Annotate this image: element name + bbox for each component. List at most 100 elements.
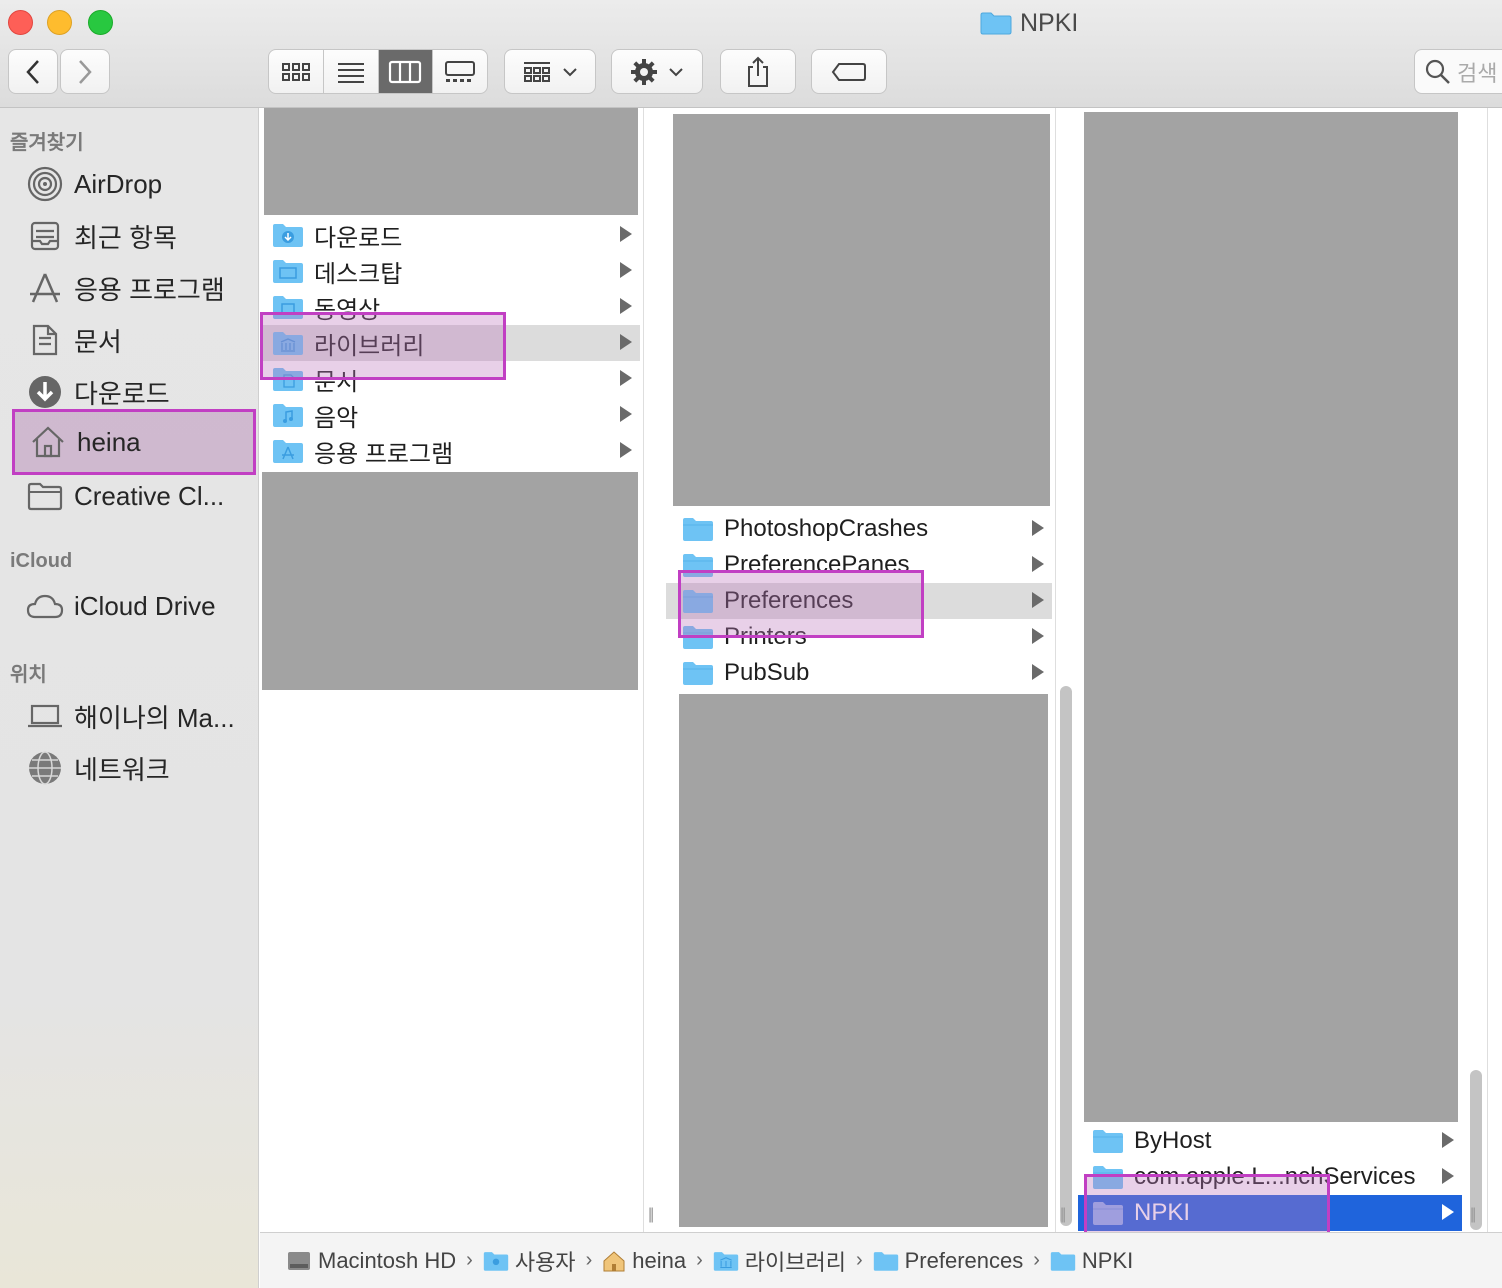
- sidebar-item-network[interactable]: 네트워크: [26, 746, 170, 790]
- column-resize-handle[interactable]: ||: [1060, 1206, 1066, 1224]
- disclosure-arrow-icon: [620, 406, 632, 422]
- back-button[interactable]: [8, 49, 58, 94]
- breadcrumb-item[interactable]: Macintosh HD ›: [286, 1248, 477, 1274]
- disclosure-arrow-icon: [620, 262, 632, 278]
- sidebar-item-macbook[interactable]: 해이나의 Ma...: [26, 694, 235, 738]
- favorites-heading: 즐겨찾기: [10, 132, 84, 154]
- sidebar-item-label: 네트워크: [74, 754, 170, 785]
- list-view-button[interactable]: [324, 50, 379, 93]
- sidebar-item-label: 해이나의 Ma...: [74, 702, 235, 733]
- sidebar-item-label: 문서: [74, 326, 122, 357]
- disclosure-arrow-icon: [1032, 520, 1044, 536]
- grid-icon: [281, 62, 310, 81]
- sidebar-item-applications[interactable]: 응용 프로그램: [26, 266, 225, 310]
- gallery-icon: [445, 60, 476, 82]
- search-placeholder: 검색: [1457, 60, 1498, 86]
- disclosure-arrow-icon: [620, 298, 632, 314]
- sidebar-item-creative-cloud[interactable]: Creative Cl...: [26, 474, 224, 518]
- desktop-folder-icon: [273, 260, 303, 283]
- disclosure-arrow-icon: [1032, 628, 1044, 644]
- laptop-icon: [26, 697, 64, 735]
- breadcrumb-item[interactable]: 사용자 ›: [483, 1245, 596, 1277]
- disclosure-arrow-icon: [1442, 1168, 1454, 1184]
- list-item[interactable]: 데스크탑: [260, 253, 640, 289]
- minimize-button[interactable]: [47, 10, 72, 35]
- zoom-button[interactable]: [88, 10, 113, 35]
- search-icon: [1425, 59, 1450, 84]
- icon-view-button[interactable]: [269, 50, 324, 93]
- breadcrumb-separator: ›: [585, 1249, 593, 1271]
- breadcrumb-separator: ›: [855, 1249, 863, 1271]
- list-item[interactable]: PhotoshopCrashes: [666, 511, 1052, 547]
- document-icon: [26, 321, 64, 359]
- airdrop-icon: [26, 165, 64, 203]
- window-title: NPKI: [980, 8, 1078, 38]
- sidebar-item-documents[interactable]: 문서: [26, 318, 122, 362]
- folder-icon: [1050, 1251, 1076, 1271]
- chevron-left-icon: [26, 59, 39, 84]
- folder-icon: [980, 12, 1012, 35]
- applications-icon: [26, 269, 64, 307]
- list-item-label: ByHost: [1134, 1127, 1212, 1154]
- sidebar-item-home[interactable]: heina: [12, 409, 256, 475]
- music-folder-icon: [273, 404, 303, 427]
- forward-button[interactable]: [60, 49, 110, 94]
- download-icon: [26, 373, 64, 411]
- list-icon: [337, 62, 364, 83]
- breadcrumb-item[interactable]: NPKI: [1050, 1248, 1133, 1274]
- list-item-label: 응용 프로그램: [314, 440, 454, 468]
- folder-icon: [683, 662, 713, 685]
- breadcrumb-label: Macintosh HD: [318, 1247, 457, 1273]
- annotation-highlight: [260, 312, 506, 380]
- group-button[interactable]: [504, 49, 596, 94]
- disclosure-arrow-icon: [620, 442, 632, 458]
- breadcrumb-label: 사용자: [514, 1249, 576, 1275]
- group-grid-icon: [524, 61, 550, 82]
- list-item-label: 데스크탑: [314, 260, 403, 288]
- disclosure-arrow-icon: [1032, 556, 1044, 572]
- folder-icon: [683, 518, 713, 541]
- gallery-view-button[interactable]: [433, 50, 487, 93]
- users-folder-icon: [483, 1251, 509, 1271]
- redacted-area: [1084, 112, 1458, 1122]
- window-title-text: NPKI: [1020, 8, 1079, 37]
- vertical-scrollbar[interactable]: [1060, 686, 1072, 1226]
- list-item[interactable]: PubSub: [666, 655, 1052, 691]
- breadcrumb-item[interactable]: 라이브러리 ›: [713, 1245, 867, 1277]
- sidebar-item-icloud-drive[interactable]: iCloud Drive: [26, 584, 216, 628]
- breadcrumb-item[interactable]: Preferences ›: [873, 1248, 1044, 1274]
- close-button[interactable]: [8, 10, 33, 35]
- column-view-button[interactable]: [378, 50, 434, 93]
- disclosure-arrow-icon: [620, 334, 632, 350]
- chevron-down-icon: [669, 67, 683, 76]
- breadcrumb-label: Preferences: [904, 1247, 1024, 1273]
- column-home: 다운로드 데스크탑 동영상 라이브러리 문서 음악 응용 프로그램: [260, 108, 644, 1232]
- column-resize-handle[interactable]: ||: [1470, 1206, 1476, 1224]
- share-button[interactable]: [720, 49, 796, 94]
- redacted-area: [264, 108, 638, 215]
- sidebar-item-airdrop[interactable]: AirDrop: [26, 162, 162, 206]
- list-item[interactable]: 다운로드: [260, 217, 640, 253]
- list-item[interactable]: 응용 프로그램: [260, 433, 640, 469]
- search-field[interactable]: 검색: [1414, 49, 1502, 94]
- icloud-heading: iCloud: [10, 550, 73, 572]
- action-button[interactable]: [611, 49, 703, 94]
- network-icon: [26, 749, 64, 787]
- list-item[interactable]: ByHost: [1078, 1123, 1462, 1159]
- recents-icon: [26, 217, 64, 255]
- sidebar-item-recents[interactable]: 최근 항목: [26, 214, 177, 258]
- column-resize-handle[interactable]: ||: [648, 1206, 654, 1224]
- chevron-right-icon: [79, 59, 92, 84]
- breadcrumb-separator: ›: [696, 1249, 703, 1271]
- list-item-label: PhotoshopCrashes: [724, 515, 929, 542]
- disclosure-arrow-icon: [1032, 664, 1044, 680]
- sidebar-item-downloads[interactable]: 다운로드: [26, 370, 170, 414]
- tags-button[interactable]: [811, 49, 887, 94]
- breadcrumb-item[interactable]: heina ›: [602, 1248, 707, 1274]
- sidebar-item-label: 다운로드: [74, 378, 170, 409]
- annotation-highlight: [678, 570, 924, 638]
- locations-heading: 위치: [10, 664, 47, 686]
- applications-folder-icon: [273, 440, 303, 463]
- list-item[interactable]: 음악: [260, 397, 640, 433]
- downloads-folder-icon: [273, 224, 303, 247]
